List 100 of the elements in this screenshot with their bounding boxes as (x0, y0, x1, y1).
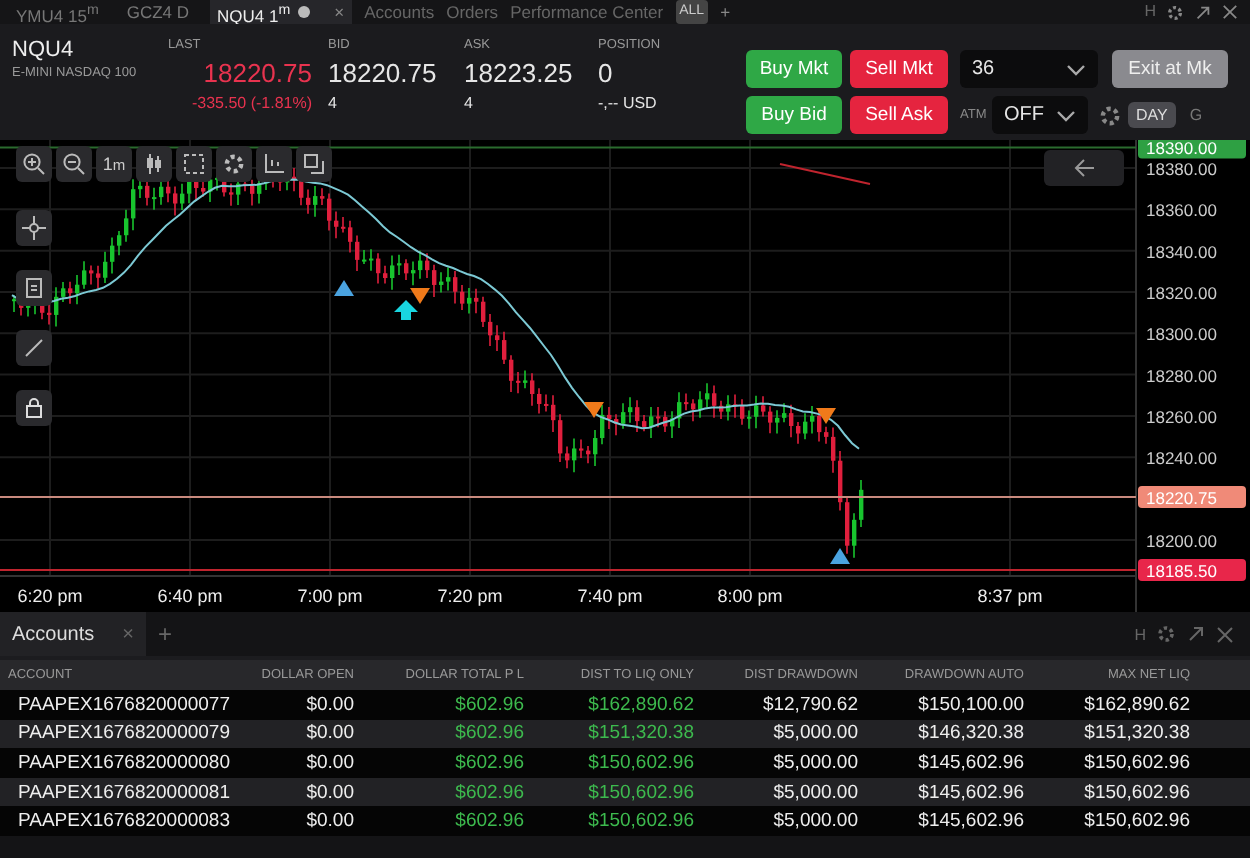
selection-icon[interactable] (176, 146, 212, 182)
order-button[interactable]: Sell Mkt (850, 50, 948, 88)
close-tab-icon[interactable]: × (334, 0, 345, 24)
table-cell-text: $602.96 (453, 693, 526, 716)
quote-subvalue: 4 (464, 94, 475, 112)
table-cell-text: $602.96 (453, 751, 526, 774)
table-cell-text: $150,602.96 (1082, 810, 1192, 833)
table-cell-text: $162,890.62 (586, 693, 696, 716)
table-cell-text: $602.96 (453, 722, 526, 745)
settings-icon[interactable] (1156, 624, 1176, 644)
close-tab-icon[interactable]: × (122, 623, 134, 645)
quote-subvalue: -335.50 (-1.81%) (191, 94, 312, 112)
crosshair-icon[interactable] (16, 210, 52, 246)
table-cell-text: $0.00 (304, 693, 356, 716)
time-in-force-option[interactable]: DAY (1128, 102, 1176, 128)
price-axis-label: 18200.00 (1146, 530, 1217, 551)
copy-icon[interactable] (296, 146, 332, 182)
price-axis-label: 18380.00 (1146, 159, 1217, 179)
add-tab-button[interactable]: + (157, 620, 172, 648)
price-marker-label: 18220.75 (1138, 486, 1246, 508)
table-cell-text: $0.00 (304, 751, 356, 774)
table-cell-text: $602.96 (453, 781, 526, 804)
order-button[interactable]: Buy Bid (746, 96, 842, 134)
accounts-tab[interactable]: Accounts × (0, 612, 146, 656)
atm-dropdown[interactable]: OFF (992, 96, 1088, 134)
triangle-down-marker (816, 408, 836, 424)
table-cell-text: $145,602.96 (916, 781, 1026, 804)
table-cell-text: $150,100.00 (916, 693, 1026, 716)
pop-out-icon[interactable] (1194, 3, 1212, 21)
table-cell-text: PAAPEX1676820000077 (16, 693, 232, 716)
quote-value: 18220.75 (203, 58, 312, 88)
arrow-left-icon (1072, 158, 1096, 178)
time-axis-label: 8:00 pm (717, 586, 783, 606)
back-arrow-button[interactable] (1044, 150, 1124, 186)
quantity-field[interactable]: 36 (960, 50, 1098, 88)
table-cell-text: $0.00 (304, 722, 356, 745)
table-cell-text: $5,000.00 (771, 781, 860, 804)
close-icon[interactable] (1216, 625, 1234, 643)
table-cell-text: PAAPEX1676820000079 (16, 722, 232, 745)
price-axis-label: 18260.00 (1146, 406, 1217, 427)
settings-icon[interactable] (1166, 3, 1184, 21)
trend-line (779, 163, 871, 185)
order-button[interactable]: Buy Mkt (746, 50, 842, 88)
price-axis-label: 18340.00 (1146, 241, 1217, 262)
triangle-down-marker (410, 288, 430, 304)
lock-icon[interactable] (16, 390, 52, 426)
table-cell-text: $150,602.96 (1082, 781, 1192, 804)
chart-tab[interactable]: NQU4 1$^{m}$ × (209, 0, 353, 24)
time-in-force-option[interactable]: G (1181, 102, 1211, 128)
table-cell-text: PAAPEX1676820000080 (16, 751, 232, 774)
zoom-out-icon[interactable] (56, 146, 92, 182)
chevron-down-icon (1056, 109, 1076, 121)
h-tool-button[interactable]: H (1134, 625, 1146, 643)
settings-icon[interactable] (216, 146, 252, 182)
candlestick-icon[interactable] (136, 146, 172, 182)
close-icon[interactable] (1222, 4, 1238, 20)
table-cell-text: $602.96 (453, 810, 526, 833)
table-cell-text: PAAPEX1676820000081 (16, 781, 232, 804)
triangle-down-marker (584, 402, 604, 418)
table-cell-text: $145,602.96 (916, 751, 1026, 774)
quote-value: 18223.25 (464, 58, 575, 88)
zoom-in-icon[interactable] (16, 146, 52, 182)
price-axis-label: 18240.00 (1146, 448, 1217, 469)
table-cell-text: $150,602.96 (586, 810, 696, 833)
chevron-down-icon (1066, 63, 1086, 75)
price-axis-label: 18360.00 (1146, 200, 1217, 221)
time-axis-label: 8:37 pm (977, 586, 1043, 606)
price-axis-label: 18280.00 (1146, 365, 1217, 386)
price-axis-label: 18320.00 (1146, 282, 1217, 303)
note-icon[interactable] (16, 270, 52, 306)
time-axis-label: 6:20 pm (17, 586, 83, 606)
time-axis-label: 7:20 pm (437, 586, 503, 606)
triangle-up-marker (830, 548, 850, 564)
time-axis-label: 6:40 pm (157, 586, 223, 606)
table-cell-text: $146,320.38 (916, 722, 1026, 745)
chart-tab[interactable]: YMU4 15$^{m}$ (8, 0, 107, 24)
time-axis-label: 7:40 pm (577, 586, 643, 606)
table-cell-text: $162,890.62 (1082, 693, 1192, 716)
price-marker-label: 18185.50 (1138, 559, 1246, 581)
table-cell-text: $151,320.38 (1082, 722, 1192, 745)
order-button[interactable]: Sell Ask (850, 96, 948, 134)
settings-icon[interactable] (1098, 103, 1122, 127)
page-tab[interactable]: Orders (446, 0, 499, 24)
chart-tab[interactable]: GCZ4 D (118, 0, 198, 24)
table-cell-text: $150,602.96 (1082, 751, 1192, 774)
exit-button[interactable]: Exit at Mk (1112, 50, 1228, 88)
h-tool-button[interactable]: H (1144, 0, 1156, 24)
axis-icon[interactable] (256, 146, 292, 182)
price-marker-label: 18390.00 (1138, 140, 1246, 159)
pop-out-icon[interactable] (1186, 624, 1206, 644)
table-cell-text: $150,602.96 (586, 781, 696, 804)
page-tab[interactable]: Accounts (364, 0, 435, 24)
table-cell-text: $150,602.96 (586, 751, 696, 774)
arrow-up-marker (394, 300, 418, 320)
table-cell-text: $0.00 (304, 781, 356, 804)
page-tab[interactable]: Performance Center (510, 0, 664, 24)
table-cell-text: $5,000.00 (771, 751, 860, 774)
line-tool-icon[interactable] (16, 330, 52, 366)
table-cell-text: $5,000.00 (771, 722, 860, 745)
add-tab-button[interactable]: + (720, 0, 731, 24)
